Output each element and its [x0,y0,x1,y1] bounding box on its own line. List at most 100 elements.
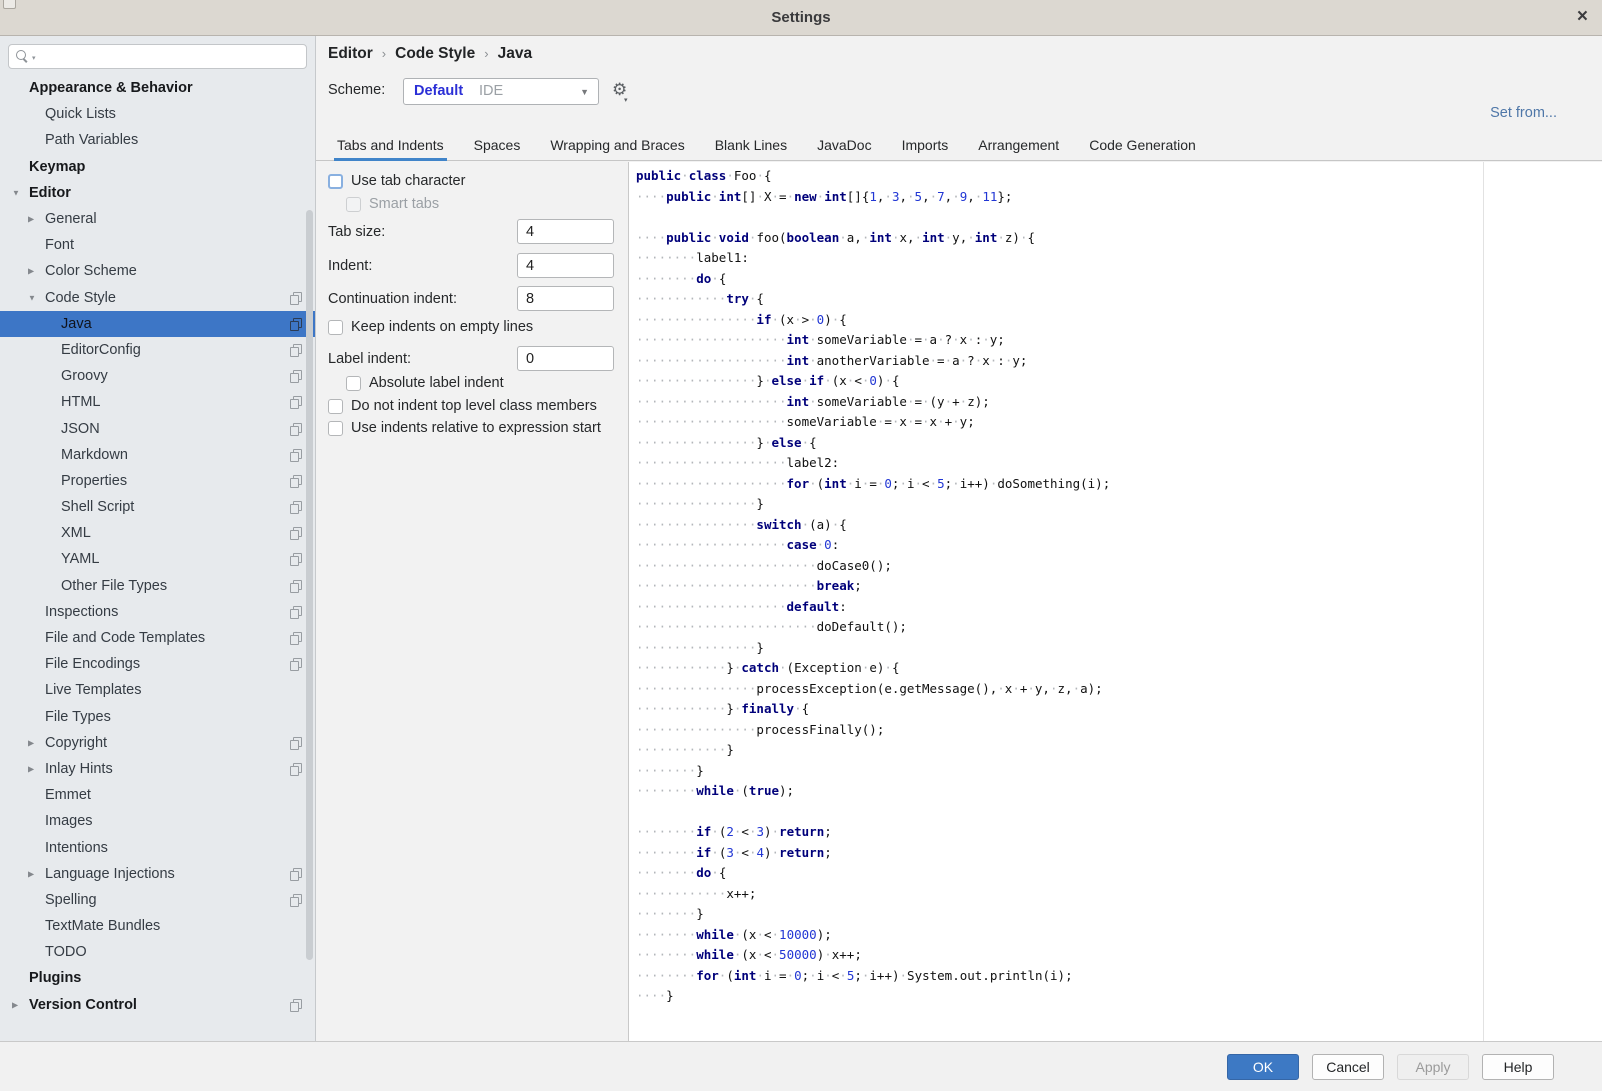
sidebar-item-editorconfig[interactable]: EditorConfig [0,337,315,363]
no-indent-top-level-checkbox[interactable]: Do not indent top level class members [328,398,597,414]
duplicate-settings-icon [290,475,302,488]
scheme-value-secondary: IDE [479,83,503,99]
code-line: ········} [636,761,1110,782]
sidebar-item-general[interactable]: ▶General [0,206,315,232]
sidebar-item-live-templates[interactable]: Live Templates [0,677,315,703]
breadcrumb-item-code-style[interactable]: Code Style [395,45,475,62]
duplicate-settings-icon [290,868,302,881]
breadcrumb-separator: › [484,46,488,61]
sidebar-item-editor[interactable]: ▼Editor [0,180,315,206]
sidebar-scrollbar-thumb[interactable] [306,210,313,960]
label-indent-input[interactable] [517,346,614,371]
sidebar-item-label: Images [45,813,93,829]
chevron-expanded-icon[interactable]: ▼ [28,293,36,302]
tab-imports[interactable]: Imports [901,131,950,161]
sidebar-item-other-file-types[interactable]: Other File Types [0,573,315,599]
window-titlebar: Settings × [0,0,1602,36]
sidebar-item-label: Shell Script [61,499,134,515]
code-line: ················} [636,494,1110,515]
sidebar-item-keymap[interactable]: Keymap [0,154,315,180]
code-line: ····················case·0: [636,535,1110,556]
sidebar-item-copyright[interactable]: ▶Copyright [0,730,315,756]
sidebar-item-file-types[interactable]: File Types [0,704,315,730]
tab-spaces[interactable]: Spaces [473,131,522,161]
tab-blank-lines[interactable]: Blank Lines [714,131,788,161]
chevron-collapsed-icon[interactable]: ▶ [28,267,34,276]
sidebar-item-intentions[interactable]: Intentions [0,834,315,860]
sidebar-item-plugins[interactable]: Plugins [0,965,315,991]
sidebar-item-java[interactable]: Java [0,311,315,337]
absolute-label-indent-checkbox[interactable]: Absolute label indent [346,375,504,391]
sidebar-item-xml[interactable]: XML [0,520,315,546]
tab-size-input[interactable] [517,219,614,244]
sidebar-item-label: File Types [45,709,111,725]
duplicate-settings-icon [290,737,302,750]
sidebar-item-inlay-hints[interactable]: ▶Inlay Hints [0,756,315,782]
sidebar-item-language-injections[interactable]: ▶ Language Injections [0,861,315,887]
sidebar-item-textmate-bundles[interactable]: TextMate Bundles [0,913,315,939]
close-icon[interactable]: × [1577,0,1588,34]
sidebar-item-markdown[interactable]: Markdown [0,442,315,468]
duplicate-settings-icon [290,553,302,566]
search-options-caret-icon[interactable]: ▾ [32,54,36,62]
window-title: Settings [0,0,1602,35]
chevron-collapsed-icon[interactable]: ▶ [28,869,34,878]
tab-tabs-and-indents[interactable]: Tabs and Indents [336,131,445,161]
tab-javadoc[interactable]: JavaDoc [816,131,872,161]
sidebar-item-groovy[interactable]: Groovy [0,363,315,389]
scheme-gear-icon[interactable]: ⚙▾ [612,81,627,99]
sidebar-item-shell-script[interactable]: Shell Script [0,494,315,520]
indent-input[interactable] [517,253,614,278]
sidebar-item-quick-lists[interactable]: Quick Lists [0,101,315,127]
chevron-collapsed-icon[interactable]: ▶ [28,215,34,224]
keep-indents-checkbox[interactable]: Keep indents on empty lines [328,319,533,335]
sidebar-item-spelling[interactable]: Spelling [0,887,315,913]
breadcrumb-item-java[interactable]: Java [498,45,532,62]
indents-relative-checkbox[interactable]: Use indents relative to expression start [328,420,601,436]
settings-tree: Appearance & BehaviorQuick ListsPath Var… [0,75,315,1018]
set-from-link[interactable]: Set from... [1490,105,1557,121]
tab-wrapping-and-braces[interactable]: Wrapping and Braces [549,131,685,161]
sidebar-item-color-scheme[interactable]: ▶Color Scheme [0,258,315,284]
help-button[interactable]: Help [1482,1054,1554,1080]
sidebar-item-file-and-code-templates[interactable]: File and Code Templates [0,625,315,651]
sidebar-item-font[interactable]: Font [0,232,315,258]
checkbox-icon [328,174,343,189]
sidebar-item-json[interactable]: JSON [0,415,315,441]
search-input[interactable] [39,46,299,67]
code-line: ························doCase0(); [636,556,1110,577]
sidebar-item-properties[interactable]: Properties [0,468,315,494]
sidebar-item-emmet[interactable]: Emmet [0,782,315,808]
sidebar-item-code-style[interactable]: ▼Code Style [0,285,315,311]
search-box[interactable]: ▾ [8,44,307,69]
tab-arrangement[interactable]: Arrangement [977,131,1060,161]
chevron-collapsed-icon[interactable]: ▶ [28,764,34,773]
sidebar-item-images[interactable]: Images [0,808,315,834]
duplicate-settings-icon [290,632,302,645]
code-line [636,802,1110,823]
sidebar-item-todo[interactable]: TODO [0,939,315,965]
sidebar-item-path-variables[interactable]: Path Variables [0,127,315,153]
sidebar-item-label: YAML [61,551,99,567]
tab-code-generation[interactable]: Code Generation [1088,131,1197,161]
scheme-select[interactable]: Default IDE ▼ [403,78,599,105]
sidebar-item-appearance-behavior[interactable]: Appearance & Behavior [0,75,315,101]
scheme-value-primary: Default [414,83,463,99]
sidebar-item-file-encodings[interactable]: File Encodings [0,651,315,677]
sidebar-item-inspections[interactable]: Inspections [0,599,315,625]
checkbox-icon [346,197,361,212]
chevron-expanded-icon[interactable]: ▼ [12,188,20,197]
sidebar-item-html[interactable]: HTML [0,389,315,415]
sidebar-item-label: Properties [61,473,127,489]
ok-button[interactable]: OK [1227,1054,1299,1080]
sidebar-item-yaml[interactable]: YAML [0,546,315,572]
continuation-indent-input[interactable] [517,286,614,311]
breadcrumb-item-editor[interactable]: Editor [328,45,373,62]
cancel-button[interactable]: Cancel [1312,1054,1384,1080]
sidebar-item-label: Language Injections [45,866,175,882]
sidebar-item-version-control[interactable]: ▶Version Control [0,992,315,1018]
chevron-collapsed-icon[interactable]: ▶ [12,1000,18,1009]
chevron-collapsed-icon[interactable]: ▶ [28,738,34,747]
use-tab-character-checkbox[interactable]: Use tab character [328,173,465,189]
duplicate-settings-icon [290,292,302,305]
